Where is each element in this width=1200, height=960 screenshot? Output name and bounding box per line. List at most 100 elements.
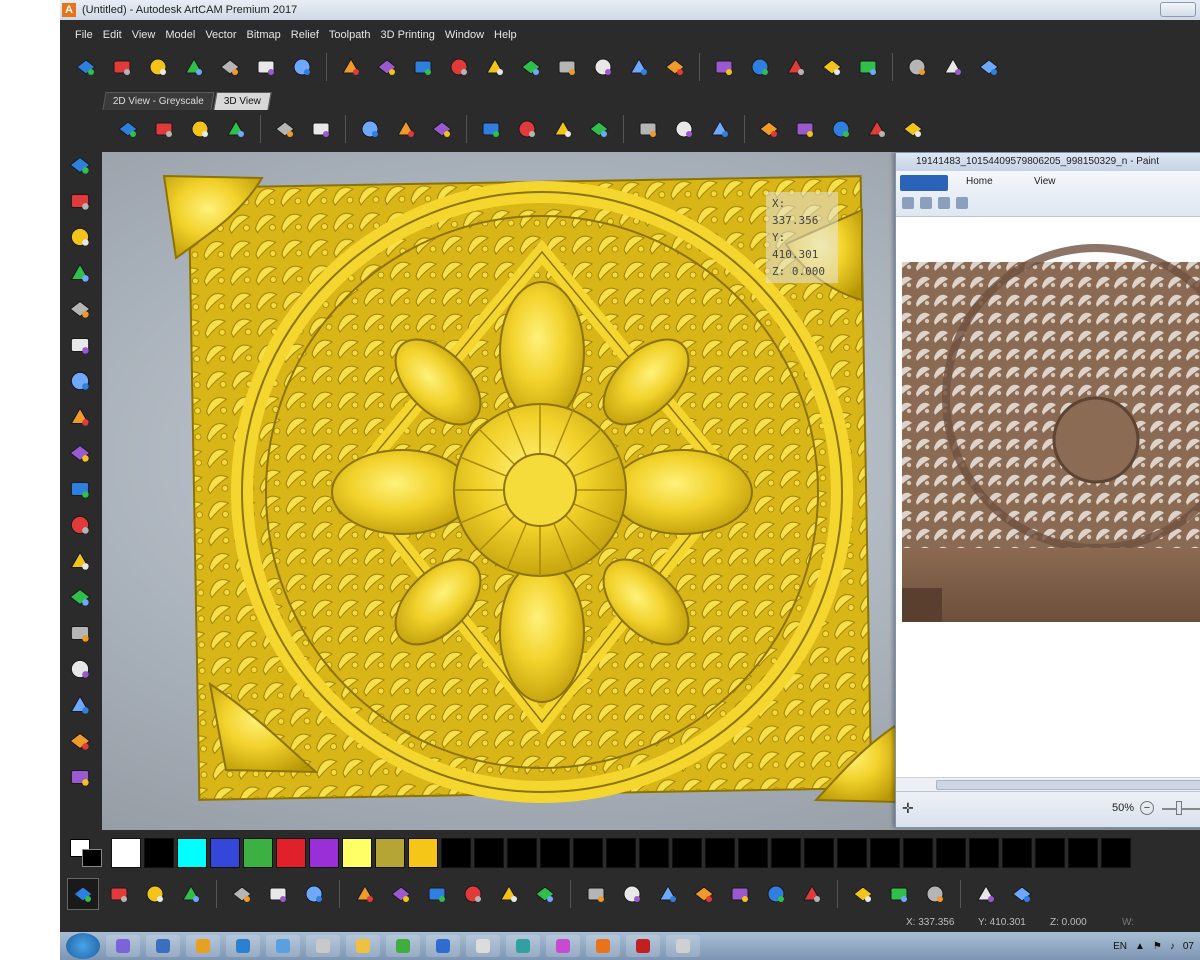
curve-tool-icon[interactable] xyxy=(65,258,95,288)
menu-file[interactable]: File xyxy=(70,24,98,46)
color-swatch[interactable] xyxy=(1101,838,1131,868)
window-controls[interactable] xyxy=(1160,2,1196,17)
sculpt-yellow-icon[interactable] xyxy=(65,438,95,468)
bake-relief-icon[interactable] xyxy=(515,52,547,82)
layers-icon[interactable] xyxy=(668,114,700,144)
color-swatch[interactable] xyxy=(903,838,933,868)
taskbar-app-icon[interactable] xyxy=(186,935,220,957)
erase-color-icon[interactable] xyxy=(848,879,878,909)
cone-icon[interactable] xyxy=(65,510,95,540)
material-icon[interactable] xyxy=(547,114,579,144)
color-swatch[interactable] xyxy=(507,838,537,868)
taskbar-app-icon[interactable] xyxy=(666,935,700,957)
taskbar-app-icon[interactable] xyxy=(306,935,340,957)
plane-icon[interactable] xyxy=(354,114,386,144)
green-shape-icon[interactable] xyxy=(789,114,821,144)
color-swatch[interactable] xyxy=(243,838,273,868)
color-swatch[interactable] xyxy=(144,838,174,868)
menu-3d-printing[interactable]: 3D Printing xyxy=(375,24,439,46)
loop-icon[interactable] xyxy=(65,726,95,756)
paint-undo-icon[interactable] xyxy=(920,197,932,209)
paint-bucket-icon[interactable] xyxy=(761,879,791,909)
color-swatch[interactable] xyxy=(474,838,504,868)
shape-editor-icon[interactable] xyxy=(142,52,174,82)
cylinder-icon[interactable] xyxy=(475,114,507,144)
color-swatch[interactable] xyxy=(210,838,240,868)
color-swatch[interactable] xyxy=(540,838,570,868)
3d-viewport[interactable]: X: 337.356 Y: 410.301 Z: 0.000 19141483_… xyxy=(102,152,1200,830)
drop-icon[interactable] xyxy=(581,879,611,909)
taskbar-app-icon[interactable] xyxy=(226,935,260,957)
eye-icon[interactable] xyxy=(852,52,884,82)
color-swatch[interactable] xyxy=(342,838,372,868)
raise-plane-icon[interactable] xyxy=(70,52,102,82)
taskbar-app-icon[interactable] xyxy=(386,935,420,957)
paint-more-icon[interactable] xyxy=(956,197,968,209)
menu-window[interactable]: Window xyxy=(440,24,489,46)
color-swatch[interactable] xyxy=(606,838,636,868)
taskbar-app-icon[interactable] xyxy=(586,935,620,957)
color-swatch[interactable] xyxy=(1068,838,1098,868)
taskbar-app-icon[interactable] xyxy=(146,935,180,957)
menu-bitmap[interactable]: Bitmap xyxy=(242,24,286,46)
node-edit-icon[interactable] xyxy=(901,52,933,82)
combine-icon[interactable] xyxy=(335,52,367,82)
light-icon[interactable] xyxy=(305,114,337,144)
axis-icon[interactable] xyxy=(390,114,422,144)
menu-help[interactable]: Help xyxy=(489,24,522,46)
color-swatch[interactable] xyxy=(804,838,834,868)
triangle-icon[interactable] xyxy=(65,762,95,792)
color-swatch[interactable] xyxy=(738,838,768,868)
smooth-relief-icon[interactable] xyxy=(479,52,511,82)
taskbar-app-icon[interactable] xyxy=(626,935,660,957)
color-swatch[interactable] xyxy=(573,838,603,868)
spline-icon[interactable] xyxy=(937,52,969,82)
start-button[interactable] xyxy=(66,933,100,959)
sculpt-icon[interactable] xyxy=(623,52,655,82)
paint-horizontal-scrollbar[interactable] xyxy=(896,777,1200,791)
menu-relief[interactable]: Relief xyxy=(286,24,324,46)
distort-icon[interactable] xyxy=(65,402,95,432)
taskbar-app-icon[interactable] xyxy=(546,935,580,957)
paint-scroll-thumb[interactable] xyxy=(936,780,1200,790)
color-swatch[interactable] xyxy=(870,838,900,868)
zoom-lens-icon[interactable] xyxy=(971,879,1001,909)
color-layers-icon[interactable] xyxy=(920,879,950,909)
paint-canvas[interactable] xyxy=(896,218,1200,793)
layer-stack-icon[interactable] xyxy=(407,52,439,82)
mirror-tool-icon[interactable] xyxy=(65,582,95,612)
menu-vector[interactable]: Vector xyxy=(200,24,241,46)
texture-icon[interactable] xyxy=(286,52,318,82)
add-relief-icon[interactable] xyxy=(65,474,95,504)
top-view-icon[interactable] xyxy=(220,114,252,144)
extrude-icon[interactable] xyxy=(178,52,210,82)
taskbar-app-icon[interactable] xyxy=(346,935,380,957)
green-relief-icon[interactable] xyxy=(65,294,95,324)
menu-edit[interactable]: Edit xyxy=(98,24,127,46)
side-view-icon[interactable] xyxy=(184,114,216,144)
taskbar-app-icon[interactable] xyxy=(426,935,460,957)
text-frame-icon[interactable] xyxy=(299,879,329,909)
paint-window[interactable]: 19141483_10154409579806205_998150329_n -… xyxy=(895,152,1200,828)
wave-icon[interactable] xyxy=(973,52,1005,82)
taskbar-app-icon[interactable] xyxy=(466,935,500,957)
paint-redo-icon[interactable] xyxy=(938,197,950,209)
paint-file-button[interactable] xyxy=(900,175,948,191)
menu-toolpath[interactable]: Toolpath xyxy=(324,24,376,46)
zoom-out-button[interactable]: − xyxy=(1140,801,1154,815)
tray-flag-icon[interactable]: ⚑ xyxy=(1153,941,1162,952)
zoom-icon[interactable] xyxy=(269,114,301,144)
link-icon[interactable] xyxy=(884,879,914,909)
measure-icon[interactable] xyxy=(708,52,740,82)
puzzle-icon[interactable] xyxy=(426,114,458,144)
fade-icon[interactable] xyxy=(659,52,691,82)
grid-select-icon[interactable] xyxy=(176,879,206,909)
frame-tool-icon[interactable] xyxy=(65,366,95,396)
color-swatch[interactable] xyxy=(408,838,438,868)
background-color[interactable] xyxy=(82,849,102,867)
eraser-relief-icon[interactable] xyxy=(106,52,138,82)
relief-from-image-icon[interactable] xyxy=(443,52,475,82)
red-layer-icon[interactable] xyxy=(704,114,736,144)
color-swatch[interactable] xyxy=(969,838,999,868)
yellow-plane-icon[interactable] xyxy=(753,114,785,144)
